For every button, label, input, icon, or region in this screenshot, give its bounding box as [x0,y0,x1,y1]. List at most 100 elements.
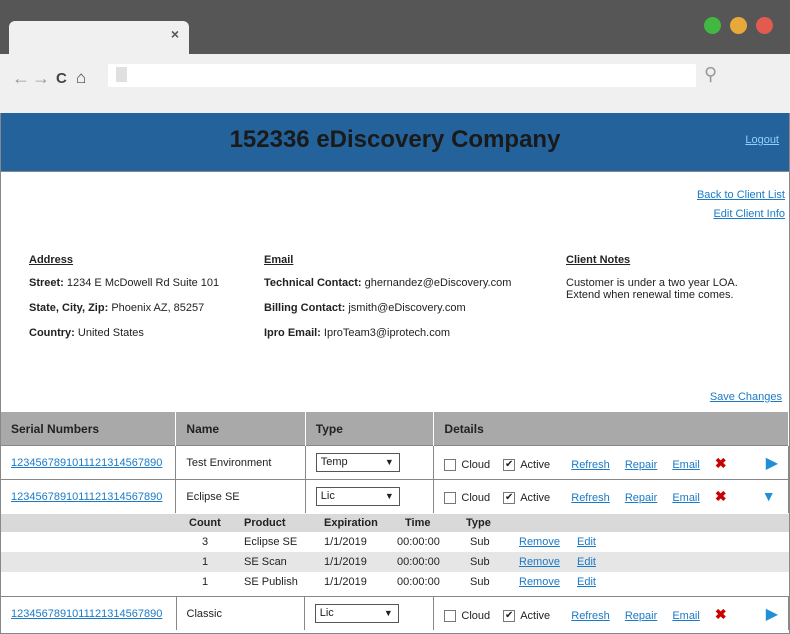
address-heading: Address [29,254,74,266]
subtable-row: 1 SE Scan 1/1/2019 00:00:00 Sub Remove E… [1,552,789,572]
cloud-label: Cloud [461,492,491,504]
close-tab-icon[interactable]: × [171,26,179,42]
refresh-link[interactable]: Refresh [571,459,610,471]
sub-expiration: 1/1/2019 [324,576,367,588]
row-details: Cloud ✔ Active Refresh Repair Email ✖ ▼ [433,479,789,513]
address-bar[interactable] [108,64,696,87]
active-checkbox[interactable]: ✔ [503,458,516,471]
tech-contact-value: ghernandez@eDiscovery.com [364,277,512,289]
sub-product: SE Publish [244,576,298,588]
cloud-label: Cloud [461,609,491,622]
repair-link[interactable]: Repair [625,459,657,471]
active-checkbox[interactable]: ✔ [503,492,516,505]
back-arrow-icon[interactable]: ← [12,68,30,89]
city-value: Phoenix AZ, 85257 [111,302,205,314]
delete-icon[interactable]: ✖ [715,606,727,622]
type-select-value: Lic [320,490,335,502]
delete-icon[interactable]: ✖ [715,455,727,471]
sub-count: 1 [202,556,209,568]
country-value: United States [77,327,144,339]
table-header-row: Serial Numbers Name Type Details [1,412,789,446]
cloud-checkbox[interactable] [444,492,457,505]
back-to-client-list-link[interactable]: Back to Client List [697,189,785,201]
forward-arrow-icon[interactable]: → [32,68,50,89]
refresh-link[interactable]: Refresh [571,610,610,622]
save-changes-link[interactable]: Save Changes [710,391,782,403]
row-name: Test Environment [175,445,306,480]
table-row: 1234567891011121314567890 Test Environme… [1,445,789,480]
type-select[interactable]: Temp ▼ [315,453,400,472]
type-select[interactable]: Lic ▼ [314,604,399,623]
sub-count: 1 [202,576,209,588]
serial-table-continued: 1234567891011121314567890 Classic Lic ▼ C… [1,596,789,630]
email-link[interactable]: Email [672,459,700,471]
cloud-checkbox[interactable] [444,458,457,471]
sub-time: 00:00:00 [397,556,440,568]
repair-link[interactable]: Repair [625,610,657,622]
sub-product: Eclipse SE [244,536,298,548]
refresh-link[interactable]: Refresh [571,492,610,504]
expand-arrow-icon[interactable]: ▶ [766,455,778,472]
serial-link[interactable]: 1234567891011121314567890 [11,608,162,620]
dropdown-arrow-icon: ▼ [384,491,394,501]
subtable-row: 1 SE Publish 1/1/2019 00:00:00 Sub Remov… [1,572,789,592]
page-icon [116,67,127,82]
email-link[interactable]: Email [672,610,700,622]
sub-count: 3 [202,536,209,548]
row-details: Cloud ✔ Active Refresh Repair Email ✖ ▶ [433,596,789,630]
minimize-dot[interactable] [730,17,747,34]
sub-expiration: 1/1/2019 [324,556,367,568]
email-link[interactable]: Email [672,492,700,504]
product-subtable: Count Product Expiration Time Type 3 Ecl… [1,514,789,592]
street-label: Street: [29,277,64,289]
type-select-value: Lic [319,607,334,619]
billing-contact-value: jsmith@eDiscovery.com [348,302,466,314]
sub-col-time: Time [405,517,431,529]
cloud-checkbox[interactable] [444,609,457,622]
repair-link[interactable]: Repair [625,492,657,504]
type-select[interactable]: Lic ▼ [315,487,400,506]
reload-icon[interactable]: C [56,70,67,87]
city-label: State, City, Zip: [29,302,109,314]
edit-link[interactable]: Edit [577,572,596,592]
browser-tab[interactable]: × [9,21,189,54]
edit-link[interactable]: Edit [577,532,596,552]
collapse-arrow-icon[interactable]: ▼ [762,488,776,504]
edit-link[interactable]: Edit [577,552,596,572]
serial-table: Serial Numbers Name Type Details 1234567… [1,412,789,513]
delete-icon[interactable]: ✖ [715,488,727,504]
page-content: 152336 eDiscovery Company Logout Back to… [0,113,790,634]
active-checkbox[interactable]: ✔ [503,609,516,622]
remove-link[interactable]: Remove [519,532,560,552]
maximize-dot[interactable] [704,17,721,34]
subtable-row: 3 Eclipse SE 1/1/2019 00:00:00 Sub Remov… [1,532,789,552]
close-window-dot[interactable] [756,17,773,34]
active-label: Active [520,609,551,622]
active-label: Active [520,492,551,504]
serial-link[interactable]: 1234567891011121314567890 [11,457,162,469]
edit-client-info-link[interactable]: Edit Client Info [713,208,785,220]
notes-line-1: Customer is under a two year LOA. [566,277,738,289]
billing-contact-label: Billing Contact: [264,302,346,314]
country-label: Country: [29,327,75,339]
search-icon[interactable]: ⚲ [704,64,717,85]
table-row: 1234567891011121314567890 Eclipse SE Lic… [1,479,789,513]
home-icon[interactable]: ⌂ [76,68,86,88]
remove-link[interactable]: Remove [519,552,560,572]
row-details: Cloud ✔ Active Refresh Repair Email ✖ ▶ [433,445,789,480]
logout-link[interactable]: Logout [745,134,779,146]
browser-toolbar: ← → C ⌂ ⚲ [0,54,790,113]
expand-arrow-icon[interactable]: ▶ [766,606,778,623]
table-row: 1234567891011121314567890 Classic Lic ▼ C… [1,596,789,630]
email-section: Email Technical Contact: ghernandez@eDis… [264,254,511,349]
browser-chrome: × ← → C ⌂ ⚲ [0,0,790,113]
dropdown-arrow-icon: ▼ [383,608,393,618]
address-section: Address Street: 1234 E McDowell Rd Suite… [29,254,219,349]
sub-type: Sub [470,576,490,588]
subtable-header: Count Product Expiration Time Type [1,514,789,532]
remove-link[interactable]: Remove [519,572,560,592]
col-name: Name [175,412,306,446]
tech-contact-label: Technical Contact: [264,277,362,289]
page-title: 152336 eDiscovery Company [229,126,561,153]
serial-link[interactable]: 1234567891011121314567890 [11,491,162,503]
